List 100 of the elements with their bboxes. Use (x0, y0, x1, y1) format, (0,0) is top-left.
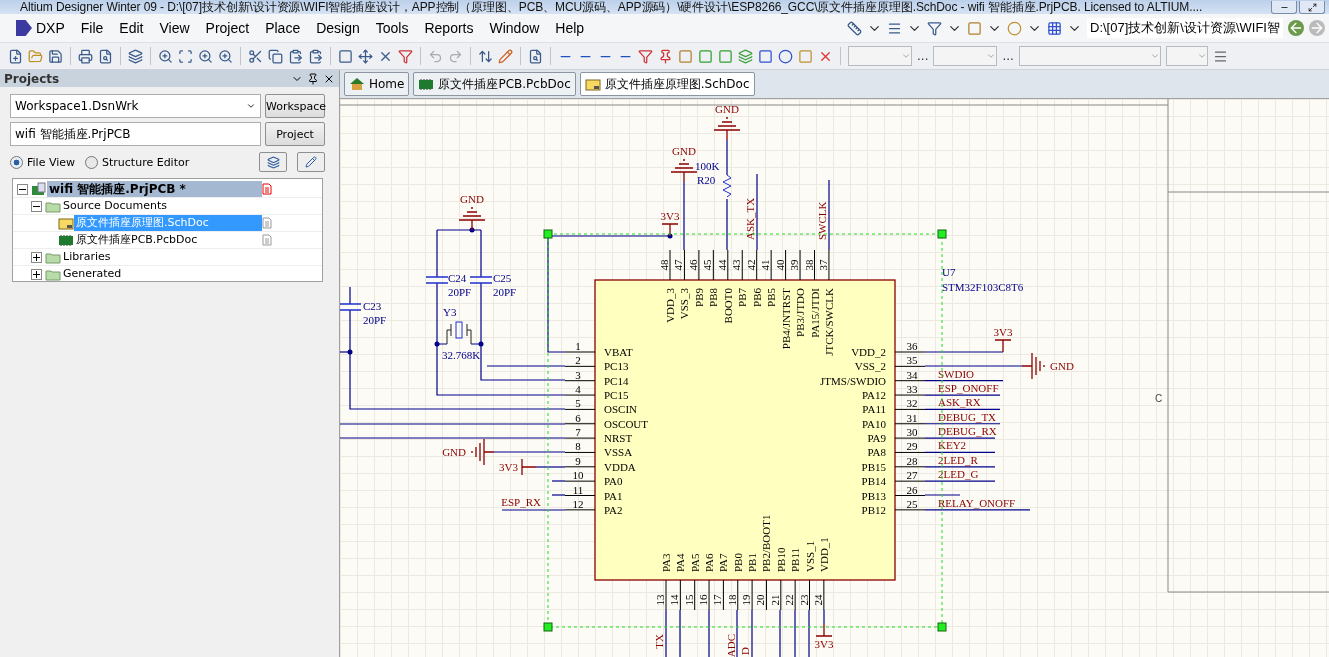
project-field[interactable]: wifi 智能插座.PrjPCB (10, 122, 261, 146)
pin-number: 25 (906, 497, 918, 510)
pin-name: VBAT (604, 346, 633, 358)
menu-item[interactable]: DXP (8, 20, 73, 36)
ellipsis-text: ... (917, 49, 929, 63)
path-combo[interactable]: D:\[07]技术创新\设计资源\WIFI智 (1087, 18, 1283, 38)
pin-number: 28 (906, 454, 918, 467)
pin-name: PC14 (604, 374, 629, 387)
component-value: 100K (695, 160, 720, 172)
pin-name: PA11 (862, 403, 886, 416)
tree-item[interactable]: Generated (61, 266, 322, 282)
pin-number: 5 (575, 397, 581, 410)
pin-name: NRST (604, 432, 633, 445)
pin-name: VSSA (604, 446, 633, 459)
pin-name: PA0 (604, 475, 623, 488)
pin-number: 40 (773, 259, 786, 271)
menu-item[interactable]: Place (257, 20, 309, 36)
power-port-label: GND (715, 103, 739, 115)
pin-number: 10 (572, 469, 584, 482)
pin-name: PB15 (861, 460, 886, 473)
pin-number: 37 (816, 259, 829, 271)
pin-number: 33 (906, 383, 918, 396)
ellipsis-text: ... (1002, 49, 1014, 63)
pin-number: 26 (906, 483, 918, 496)
pin-number: 12 (572, 497, 584, 510)
net-label: ADC (724, 634, 737, 657)
component-designator: R20 (697, 174, 716, 186)
menu-item[interactable]: Window (481, 20, 548, 36)
pin-name: PB9 (692, 288, 705, 307)
pin-number: 27 (906, 469, 918, 482)
menu-item[interactable]: Edit (111, 20, 152, 36)
pin-name: PB14 (861, 475, 886, 488)
pin-name: PB12 (861, 503, 886, 516)
net-label: SWDIO (938, 367, 975, 380)
pin-number: 16 (697, 594, 710, 606)
menu-item[interactable]: File (72, 20, 112, 36)
power-port-label: GND (1050, 360, 1074, 372)
power-port-label: GND (460, 193, 484, 205)
net-label: DEBUG_TX (938, 410, 997, 423)
menu-item[interactable]: Design (308, 20, 368, 36)
document-tab[interactable]: 原文件插座原理图.SchDoc (579, 72, 755, 96)
component-value: 20PF (448, 286, 472, 298)
pin-name: VSS_1 (803, 540, 816, 572)
pin-number: 2 (575, 354, 581, 367)
pin-name: PA4 (674, 553, 687, 572)
pin-name: PB4/JNTRST (779, 288, 792, 350)
pin-name: VSS_3 (678, 288, 691, 320)
net-label: SWCLK (815, 201, 828, 240)
menu-item[interactable]: Reports (416, 20, 482, 36)
workspace-combo[interactable]: Workspace1.DsnWrk (10, 94, 261, 118)
workspace-button[interactable]: Workspace (265, 94, 325, 118)
component-value: 20PF (493, 286, 517, 298)
pin-name: PB3/JTDO (794, 288, 807, 337)
pin-number: 39 (788, 259, 801, 271)
tree-item[interactable]: Source Documents (61, 198, 322, 214)
pin-number: 19 (740, 594, 753, 606)
document-tab[interactable]: Home (344, 72, 410, 96)
tree-item[interactable]: Libraries (61, 249, 322, 265)
pin-name: PA12 (861, 389, 886, 402)
pin-name: JTCK/SWCLK (822, 288, 835, 356)
menu-item[interactable]: Project (197, 20, 258, 36)
tree-item[interactable]: wifi 智能插座.PrjPCB * (47, 181, 262, 197)
document-tab[interactable]: 原文件插座PCB.PcbDoc (413, 72, 576, 96)
pin-number: 47 (672, 259, 685, 271)
pin-number: 35 (906, 354, 918, 367)
pin-name: OSCIN (604, 403, 637, 416)
pin-number: 24 (811, 594, 824, 606)
net-label: D (739, 647, 752, 655)
pin-number: 38 (802, 259, 815, 271)
pin-name: PB5 (765, 288, 778, 307)
menu-item[interactable]: Tools (367, 20, 417, 36)
component-designator: U7 (942, 266, 956, 278)
menu-item[interactable]: View (151, 20, 198, 36)
menu-item[interactable]: Help (547, 20, 593, 36)
power-port-label: GND (442, 446, 466, 458)
pin-number: 7 (575, 426, 581, 439)
net-label: KEY2 (938, 439, 967, 452)
pin-name: PA8 (867, 446, 886, 459)
pin-name: PB10 (774, 547, 787, 572)
pin-name: PA15/JTDI (808, 288, 821, 338)
pin-number: 45 (701, 259, 714, 271)
pin-name: PA5 (688, 553, 701, 572)
pin-name: PB6 (750, 288, 763, 307)
zone-label: C (1155, 393, 1163, 404)
pin-number: 34 (906, 368, 918, 381)
project-button[interactable]: Project (265, 122, 325, 146)
pin-name: VDD_3 (664, 288, 676, 323)
tree-item[interactable]: 原文件插座PCB.PcbDoc (74, 232, 262, 248)
pin-name: PA10 (861, 417, 886, 430)
component-designator: Y3 (443, 306, 457, 318)
pin-number: 15 (682, 594, 695, 606)
pin-number: 43 (730, 259, 743, 271)
pin-number: 22 (783, 594, 796, 606)
component-designator: C25 (493, 272, 512, 284)
power-port-label: 3V3 (660, 210, 680, 222)
pin-number: 11 (572, 483, 584, 496)
pin-number: 6 (575, 411, 581, 424)
pin-name: PA6 (703, 553, 716, 572)
pin-name: PB2/BOOT1 (760, 514, 773, 572)
pin-name: PB0 (731, 553, 744, 572)
